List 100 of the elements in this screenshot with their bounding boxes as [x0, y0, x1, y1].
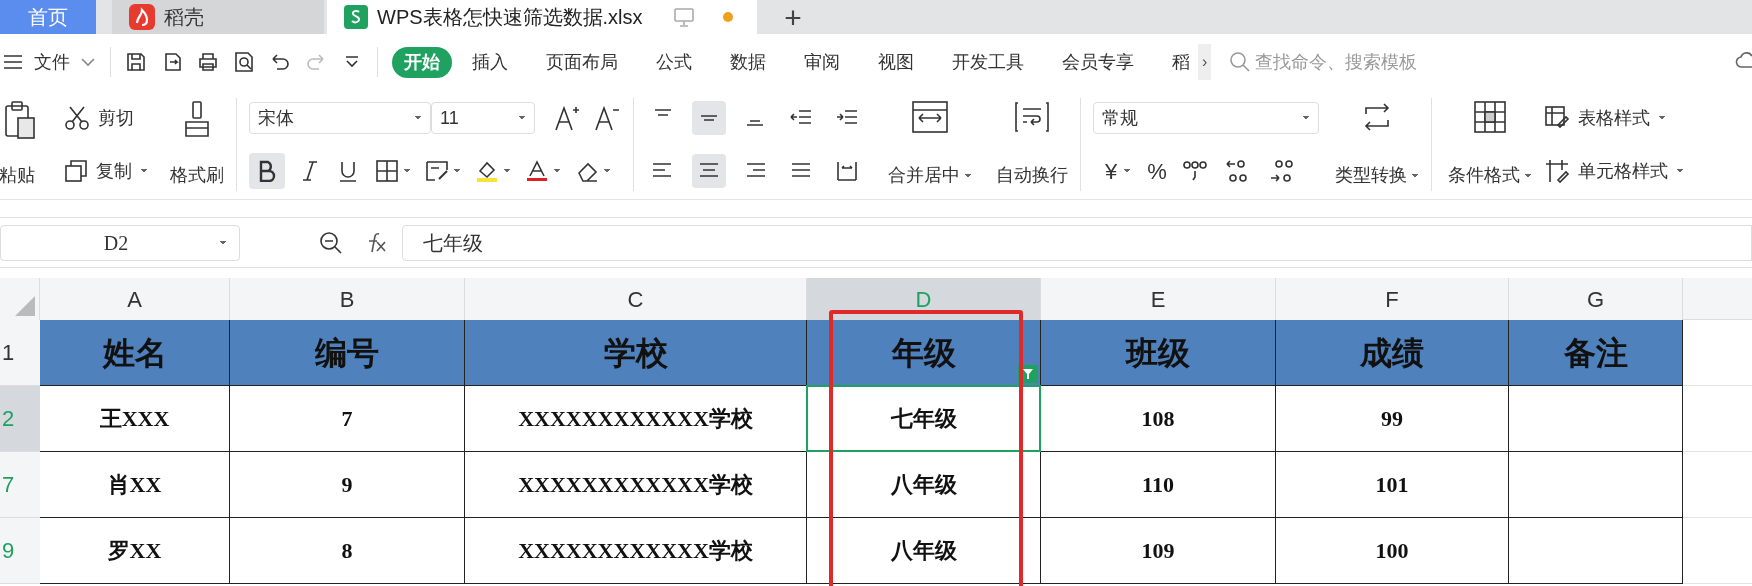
scissors-icon[interactable]	[64, 105, 90, 131]
table-cell: 罗XX	[40, 518, 230, 584]
font-size-field[interactable]: 11	[431, 102, 535, 134]
undo-icon[interactable]	[269, 51, 291, 73]
formula-field[interactable]: 七年级	[402, 224, 1752, 261]
bold-button[interactable]	[249, 153, 285, 189]
table-cell: 肖XX	[40, 452, 230, 518]
dropdown-icon[interactable]	[1524, 172, 1532, 179]
currency-button[interactable]: ¥	[1105, 154, 1118, 188]
align-middle-icon[interactable]	[692, 101, 726, 135]
cell-style-button[interactable]: 单元格样式	[1578, 157, 1668, 185]
more-tabs-button[interactable]: ›	[1198, 44, 1212, 80]
table-cell: 101	[1276, 452, 1509, 518]
table-cell: 100	[1276, 518, 1509, 584]
copy-icon[interactable]	[64, 159, 88, 183]
table-style-button[interactable]: 表格样式	[1578, 104, 1650, 132]
dropdown-icon[interactable]	[603, 168, 611, 174]
merge-cells-icon[interactable]	[911, 100, 949, 134]
print-preview-icon[interactable]	[233, 51, 255, 73]
dropdown-icon[interactable]	[140, 168, 148, 174]
dropdown-icon[interactable]	[553, 168, 561, 174]
ribbon-tab[interactable]: 开发工具	[952, 48, 1024, 76]
ribbon-tab[interactable]: 页面布局	[546, 48, 618, 76]
dropdown-icon[interactable]	[518, 115, 526, 121]
header-cell: 备注	[1509, 320, 1683, 386]
print-icon[interactable]	[197, 51, 219, 73]
grow-font-icon[interactable]	[553, 104, 581, 132]
fill-color-icon[interactable]	[475, 159, 499, 183]
border-icon[interactable]	[375, 159, 399, 183]
cut-button[interactable]: 剪切	[98, 104, 134, 132]
dropdown-icon[interactable]	[1302, 115, 1310, 121]
format-painter-button[interactable]: 格式刷	[170, 162, 224, 189]
table-cell: 109	[1041, 518, 1276, 584]
dropdown-icon[interactable]	[1411, 172, 1419, 179]
spreadsheet-icon	[343, 4, 369, 30]
conditional-format-icon[interactable]	[1473, 100, 1507, 134]
copy-button[interactable]: 复制	[96, 157, 132, 185]
thousands-separator-icon[interactable]	[1182, 159, 1209, 183]
ribbon-tab[interactable]: 数据	[730, 48, 766, 76]
file-menu[interactable]: 文件	[34, 48, 70, 76]
table-cell: 七年级	[807, 386, 1041, 452]
dropdown-icon[interactable]	[219, 239, 227, 246]
ribbon-tab[interactable]: 审阅	[804, 48, 840, 76]
search-icon	[1229, 51, 1252, 73]
type-convert-button[interactable]: 类型转换	[1335, 162, 1407, 189]
cell-format-icon[interactable]	[425, 159, 449, 183]
table-cell: 八年级	[807, 518, 1041, 584]
table-cell: 9	[230, 452, 465, 518]
wrap-text-icon[interactable]	[1014, 100, 1050, 134]
header-cell: 班级	[1041, 320, 1276, 386]
row-header[interactable]: 1	[0, 320, 40, 386]
ribbon-tab[interactable]: 视图	[878, 48, 914, 76]
font-name-field[interactable]: 宋体	[249, 102, 431, 134]
ribbon-tab[interactable]: 会员专享	[1062, 48, 1134, 76]
percent-button[interactable]: %	[1147, 154, 1167, 188]
table-cell: 7	[230, 386, 465, 452]
dropdown-icon[interactable]	[414, 115, 422, 121]
dropdown-icon[interactable]	[453, 168, 461, 174]
font-color-icon[interactable]	[525, 159, 549, 183]
tab[interactable]: WPS表格怎快速筛选数据.xlsx	[327, 0, 757, 34]
ribbon-tab[interactable]: 稻	[1172, 48, 1190, 76]
dropdown-icon[interactable]	[964, 172, 972, 179]
ribbon-tab[interactable]: 公式	[656, 48, 692, 76]
wrap-text-button[interactable]: 自动换行	[996, 162, 1068, 189]
menu-icon[interactable]	[2, 52, 24, 72]
new-tab-button[interactable]: +	[765, 0, 821, 34]
header-cell: 编号	[230, 320, 465, 386]
clipboard-icon[interactable]	[4, 100, 36, 140]
table-cell: 99	[1276, 386, 1509, 452]
table-cell: 8	[230, 518, 465, 584]
dropdown-icon[interactable]	[1123, 168, 1132, 174]
header-cell: 成绩	[1276, 320, 1509, 386]
tab[interactable]: 稻壳	[112, 0, 324, 34]
dropdown-icon[interactable]	[1676, 168, 1684, 174]
ribbon-tab[interactable]: 插入	[472, 48, 508, 76]
dropdown-icon[interactable]	[503, 168, 511, 174]
dropdown-icon[interactable]	[1658, 115, 1666, 121]
header-cell: 年级	[807, 320, 1041, 386]
shrink-font-icon[interactable]	[593, 104, 621, 132]
table-cell: XXXXXXXXXXXX学校	[465, 518, 807, 584]
table-cell: 王XXX	[40, 386, 230, 452]
table-cell: XXXXXXXXXXXX学校	[465, 452, 807, 518]
align-center-icon[interactable]	[692, 154, 726, 188]
monitor-icon	[673, 6, 695, 28]
zoom-icon[interactable]	[318, 229, 344, 256]
number-format-field[interactable]: 常规	[1093, 102, 1319, 134]
save-icon[interactable]	[125, 51, 147, 73]
header-cell: 学校	[465, 320, 807, 386]
table-cell: 110	[1041, 452, 1276, 518]
dropdown-icon[interactable]	[403, 168, 411, 174]
name-box[interactable]: D2	[0, 224, 240, 261]
table-style-icon[interactable]	[1544, 105, 1570, 131]
paintbrush-icon[interactable]	[182, 100, 212, 140]
header-cell: 姓名	[40, 320, 230, 386]
table-cell: 八年级	[807, 452, 1041, 518]
merge-center-button[interactable]: 合并居中	[888, 162, 960, 189]
table-cell: 108	[1041, 386, 1276, 452]
conditional-format-button[interactable]: 条件格式	[1448, 162, 1520, 189]
cell-style-icon[interactable]	[1544, 158, 1570, 184]
flame-icon	[128, 3, 156, 31]
